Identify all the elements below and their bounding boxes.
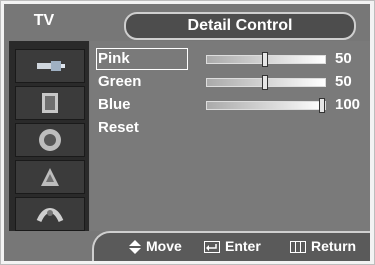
pink-slider[interactable] <box>206 52 326 67</box>
sidebar-item-picture[interactable] <box>15 86 85 120</box>
setting-row-green[interactable]: Green 50 <box>96 71 366 93</box>
blue-value: 100 <box>335 96 361 113</box>
enter-icon <box>204 241 220 254</box>
setting-label: Pink <box>98 50 130 67</box>
green-slider-thumb[interactable] <box>262 75 268 90</box>
return-label: Return <box>311 238 357 254</box>
reset-label: Reset <box>98 119 139 136</box>
move-label: Move <box>146 238 182 254</box>
green-slider[interactable] <box>206 75 326 90</box>
setting-row-reset[interactable]: Reset <box>96 117 216 139</box>
setting-label: Green <box>98 73 142 90</box>
enter-label: Enter <box>225 238 261 254</box>
sidebar-item-input[interactable] <box>15 49 85 83</box>
osd-screen: TV Detail Control Pink 50 Green 50 Blue … <box>4 4 370 261</box>
osd-frame: TV Detail Control Pink 50 Green 50 Blue … <box>0 0 375 265</box>
help-enter: Enter <box>204 237 261 255</box>
sound-icon <box>39 129 61 151</box>
help-bar: Move Enter Return <box>4 231 370 261</box>
help-move: Move <box>129 237 182 255</box>
help-return: Return <box>290 237 356 255</box>
menu-title: Detail Control <box>124 12 356 40</box>
pink-value: 50 <box>335 50 352 67</box>
pink-slider-thumb[interactable] <box>262 52 268 67</box>
green-value: 50 <box>335 73 352 90</box>
setting-row-pink[interactable]: Pink 50 <box>96 48 366 70</box>
sidebar <box>9 41 89 231</box>
sidebar-item-sound[interactable] <box>15 123 85 157</box>
move-arrows-icon <box>129 240 141 255</box>
setting-label: Blue <box>98 96 131 113</box>
sidebar-item-setup[interactable] <box>15 197 85 231</box>
return-icon <box>290 241 306 254</box>
setting-row-blue[interactable]: Blue 100 <box>96 94 366 116</box>
input-icon <box>37 61 65 71</box>
sidebar-item-channel[interactable] <box>15 160 85 194</box>
channel-icon <box>41 168 59 186</box>
setup-icon <box>36 208 64 223</box>
blue-slider[interactable] <box>206 98 326 113</box>
settings-panel: Pink 50 Green 50 Blue 100 Reset <box>90 41 370 231</box>
source-label: TV <box>33 12 55 29</box>
picture-icon <box>42 93 58 113</box>
blue-slider-thumb[interactable] <box>319 98 325 113</box>
